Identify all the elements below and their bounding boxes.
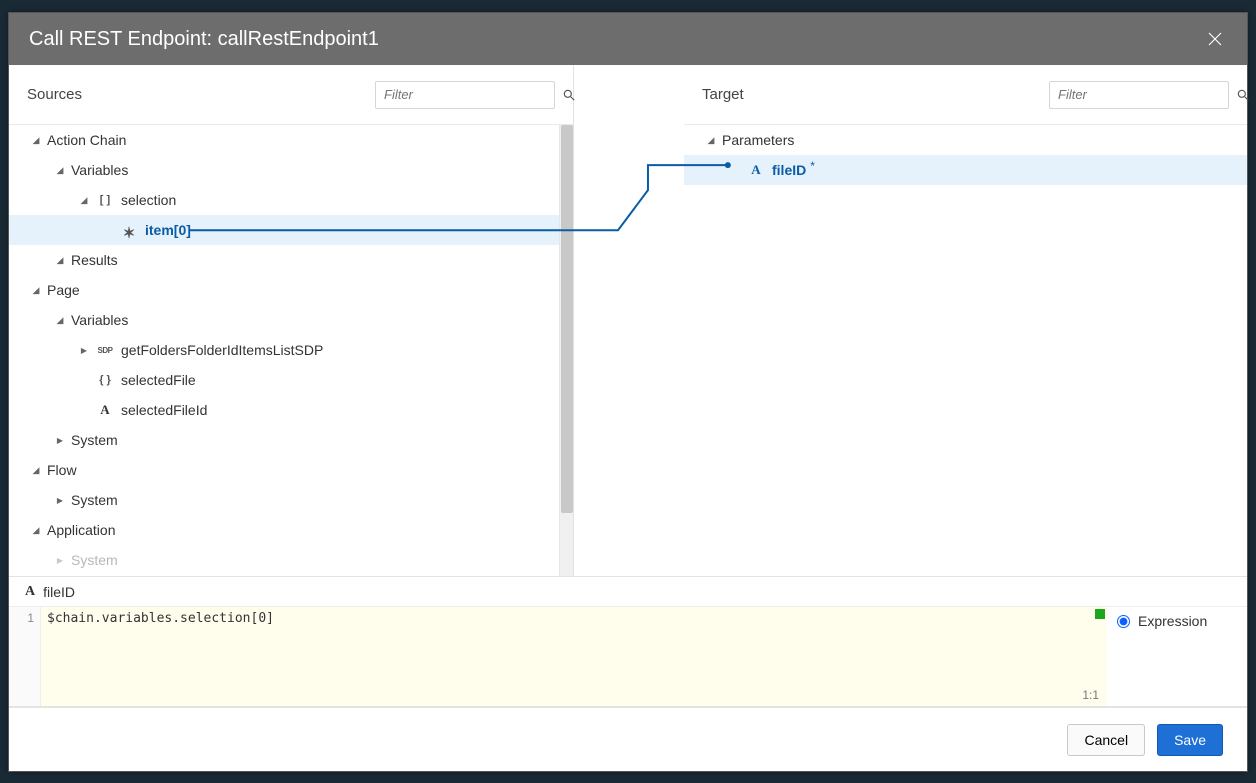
- expression-mode-radio[interactable]: [1117, 615, 1130, 628]
- code-line[interactable]: $chain.variables.selection[0]: [41, 607, 1107, 630]
- expand-toggle-icon[interactable]: [29, 525, 43, 536]
- line-gutter: 1: [9, 607, 41, 706]
- tree-node-label: selection: [121, 192, 176, 208]
- tree-node-page-system[interactable]: System: [9, 425, 573, 455]
- target-pane: Target Parameters A: [684, 65, 1247, 576]
- tree-node-label: Variables: [71, 162, 128, 178]
- tree-node-sdp[interactable]: SDP getFoldersFolderIdItemsListSDP: [9, 335, 573, 365]
- close-icon[interactable]: [1203, 27, 1227, 51]
- string-icon: A: [25, 584, 35, 600]
- cursor-position: 1:1: [1082, 688, 1099, 702]
- target-tree[interactable]: Parameters A fileID *: [684, 125, 1247, 576]
- target-filter[interactable]: [1049, 81, 1229, 109]
- tree-node-label: Action Chain: [47, 132, 126, 148]
- sources-pane: Sources Action Chain Va: [9, 65, 574, 576]
- expression-mode-label: Expression: [1138, 613, 1207, 629]
- tree-node-label: fileID: [772, 162, 806, 178]
- call-rest-endpoint-dialog: Call REST Endpoint: callRestEndpoint1 So…: [8, 12, 1248, 772]
- tree-node-application[interactable]: Application: [9, 515, 573, 545]
- editor-field-label: fileID: [43, 584, 75, 600]
- sdp-icon: SDP: [95, 346, 115, 355]
- connector-pane: [574, 65, 684, 576]
- target-filter-input[interactable]: [1058, 87, 1236, 102]
- collapse-toggle-icon[interactable]: [77, 345, 91, 356]
- target-label: Target: [702, 86, 744, 103]
- tree-node-label: System: [71, 432, 118, 448]
- expand-toggle-icon[interactable]: [53, 255, 67, 266]
- expand-toggle-icon[interactable]: [29, 465, 43, 476]
- tree-node-label: Variables: [71, 312, 128, 328]
- dialog-footer: Cancel Save: [9, 707, 1247, 771]
- tree-node-label: Application: [47, 522, 116, 538]
- tree-node-app-system[interactable]: System: [9, 545, 573, 575]
- expression-editor-panel: A fileID 1 $chain.variables.selection[0]…: [9, 577, 1247, 707]
- cancel-button[interactable]: Cancel: [1067, 724, 1145, 756]
- collapse-toggle-icon[interactable]: [53, 555, 67, 566]
- object-icon: { }: [95, 374, 115, 386]
- collapse-toggle-icon[interactable]: [53, 435, 67, 446]
- string-icon: A: [95, 402, 115, 418]
- expand-toggle-icon[interactable]: [53, 315, 67, 326]
- expand-toggle-icon[interactable]: [29, 285, 43, 296]
- tree-node-fileid[interactable]: A fileID *: [684, 155, 1247, 185]
- tree-node-label: Parameters: [722, 132, 794, 148]
- tree-node-selectedfile[interactable]: { } selectedFile: [9, 365, 573, 395]
- save-button[interactable]: Save: [1157, 724, 1223, 756]
- tree-node-label: Page: [47, 282, 80, 298]
- sources-scrollbar[interactable]: [559, 125, 573, 576]
- expand-toggle-icon[interactable]: [704, 135, 718, 146]
- tree-node-selection[interactable]: [‎ ] selection: [9, 185, 573, 215]
- tree-node-variables-ac[interactable]: Variables: [9, 155, 573, 185]
- mapper-area: Sources Action Chain Va: [9, 65, 1247, 577]
- tree-node-label: selectedFileId: [121, 402, 207, 418]
- string-icon: A: [746, 162, 766, 178]
- tree-node-variables-page[interactable]: Variables: [9, 305, 573, 335]
- search-icon[interactable]: [1236, 88, 1250, 102]
- required-star-icon: *: [810, 159, 815, 173]
- sources-tree[interactable]: Action Chain Variables [‎ ] selection ✶: [9, 125, 573, 576]
- expand-toggle-icon[interactable]: [29, 135, 43, 146]
- dialog-body: Sources Action Chain Va: [9, 65, 1247, 771]
- line-number: 1: [9, 611, 34, 625]
- valid-indicator-icon: [1095, 609, 1105, 619]
- tree-node-flow-system[interactable]: System: [9, 485, 573, 515]
- tree-node-label: item[0]: [145, 222, 191, 238]
- tree-node-label: Flow: [47, 462, 77, 478]
- tree-node-selectedfileid[interactable]: A selectedFileId: [9, 395, 573, 425]
- collapse-toggle-icon[interactable]: [53, 495, 67, 506]
- tree-node-label: System: [71, 492, 118, 508]
- expand-toggle-icon[interactable]: [77, 195, 91, 206]
- expand-toggle-icon[interactable]: [53, 165, 67, 176]
- editor-mode-column: Expression: [1107, 607, 1247, 706]
- tree-node-label: selectedFile: [121, 372, 196, 388]
- tree-node-results[interactable]: Results: [9, 245, 573, 275]
- sources-filter-input[interactable]: [384, 87, 562, 102]
- tree-node-item0[interactable]: ✶ item[0]: [9, 215, 573, 245]
- target-header: Target: [684, 65, 1247, 125]
- tree-node-label: Results: [71, 252, 118, 268]
- dialog-titlebar: Call REST Endpoint: callRestEndpoint1: [9, 13, 1247, 65]
- sources-label: Sources: [27, 86, 82, 103]
- any-type-icon: ✶: [119, 224, 139, 242]
- tree-node-label: System: [71, 552, 118, 568]
- tree-node-parameters[interactable]: Parameters: [684, 125, 1247, 155]
- editor-row: 1 $chain.variables.selection[0] 1:1 Expr…: [9, 607, 1247, 706]
- tree-node-actionchain[interactable]: Action Chain: [9, 125, 573, 155]
- tree-node-page[interactable]: Page: [9, 275, 573, 305]
- tree-node-flow[interactable]: Flow: [9, 455, 573, 485]
- dialog-title: Call REST Endpoint: callRestEndpoint1: [29, 28, 379, 51]
- array-icon: [‎ ]: [95, 194, 115, 206]
- tree-node-label: getFoldersFolderIdItemsListSDP: [121, 342, 323, 358]
- code-area[interactable]: $chain.variables.selection[0] 1:1: [41, 607, 1107, 706]
- sources-header: Sources: [9, 65, 573, 125]
- sources-filter[interactable]: [375, 81, 555, 109]
- scrollbar-thumb[interactable]: [561, 125, 573, 513]
- editor-field-header: A fileID: [9, 577, 1247, 607]
